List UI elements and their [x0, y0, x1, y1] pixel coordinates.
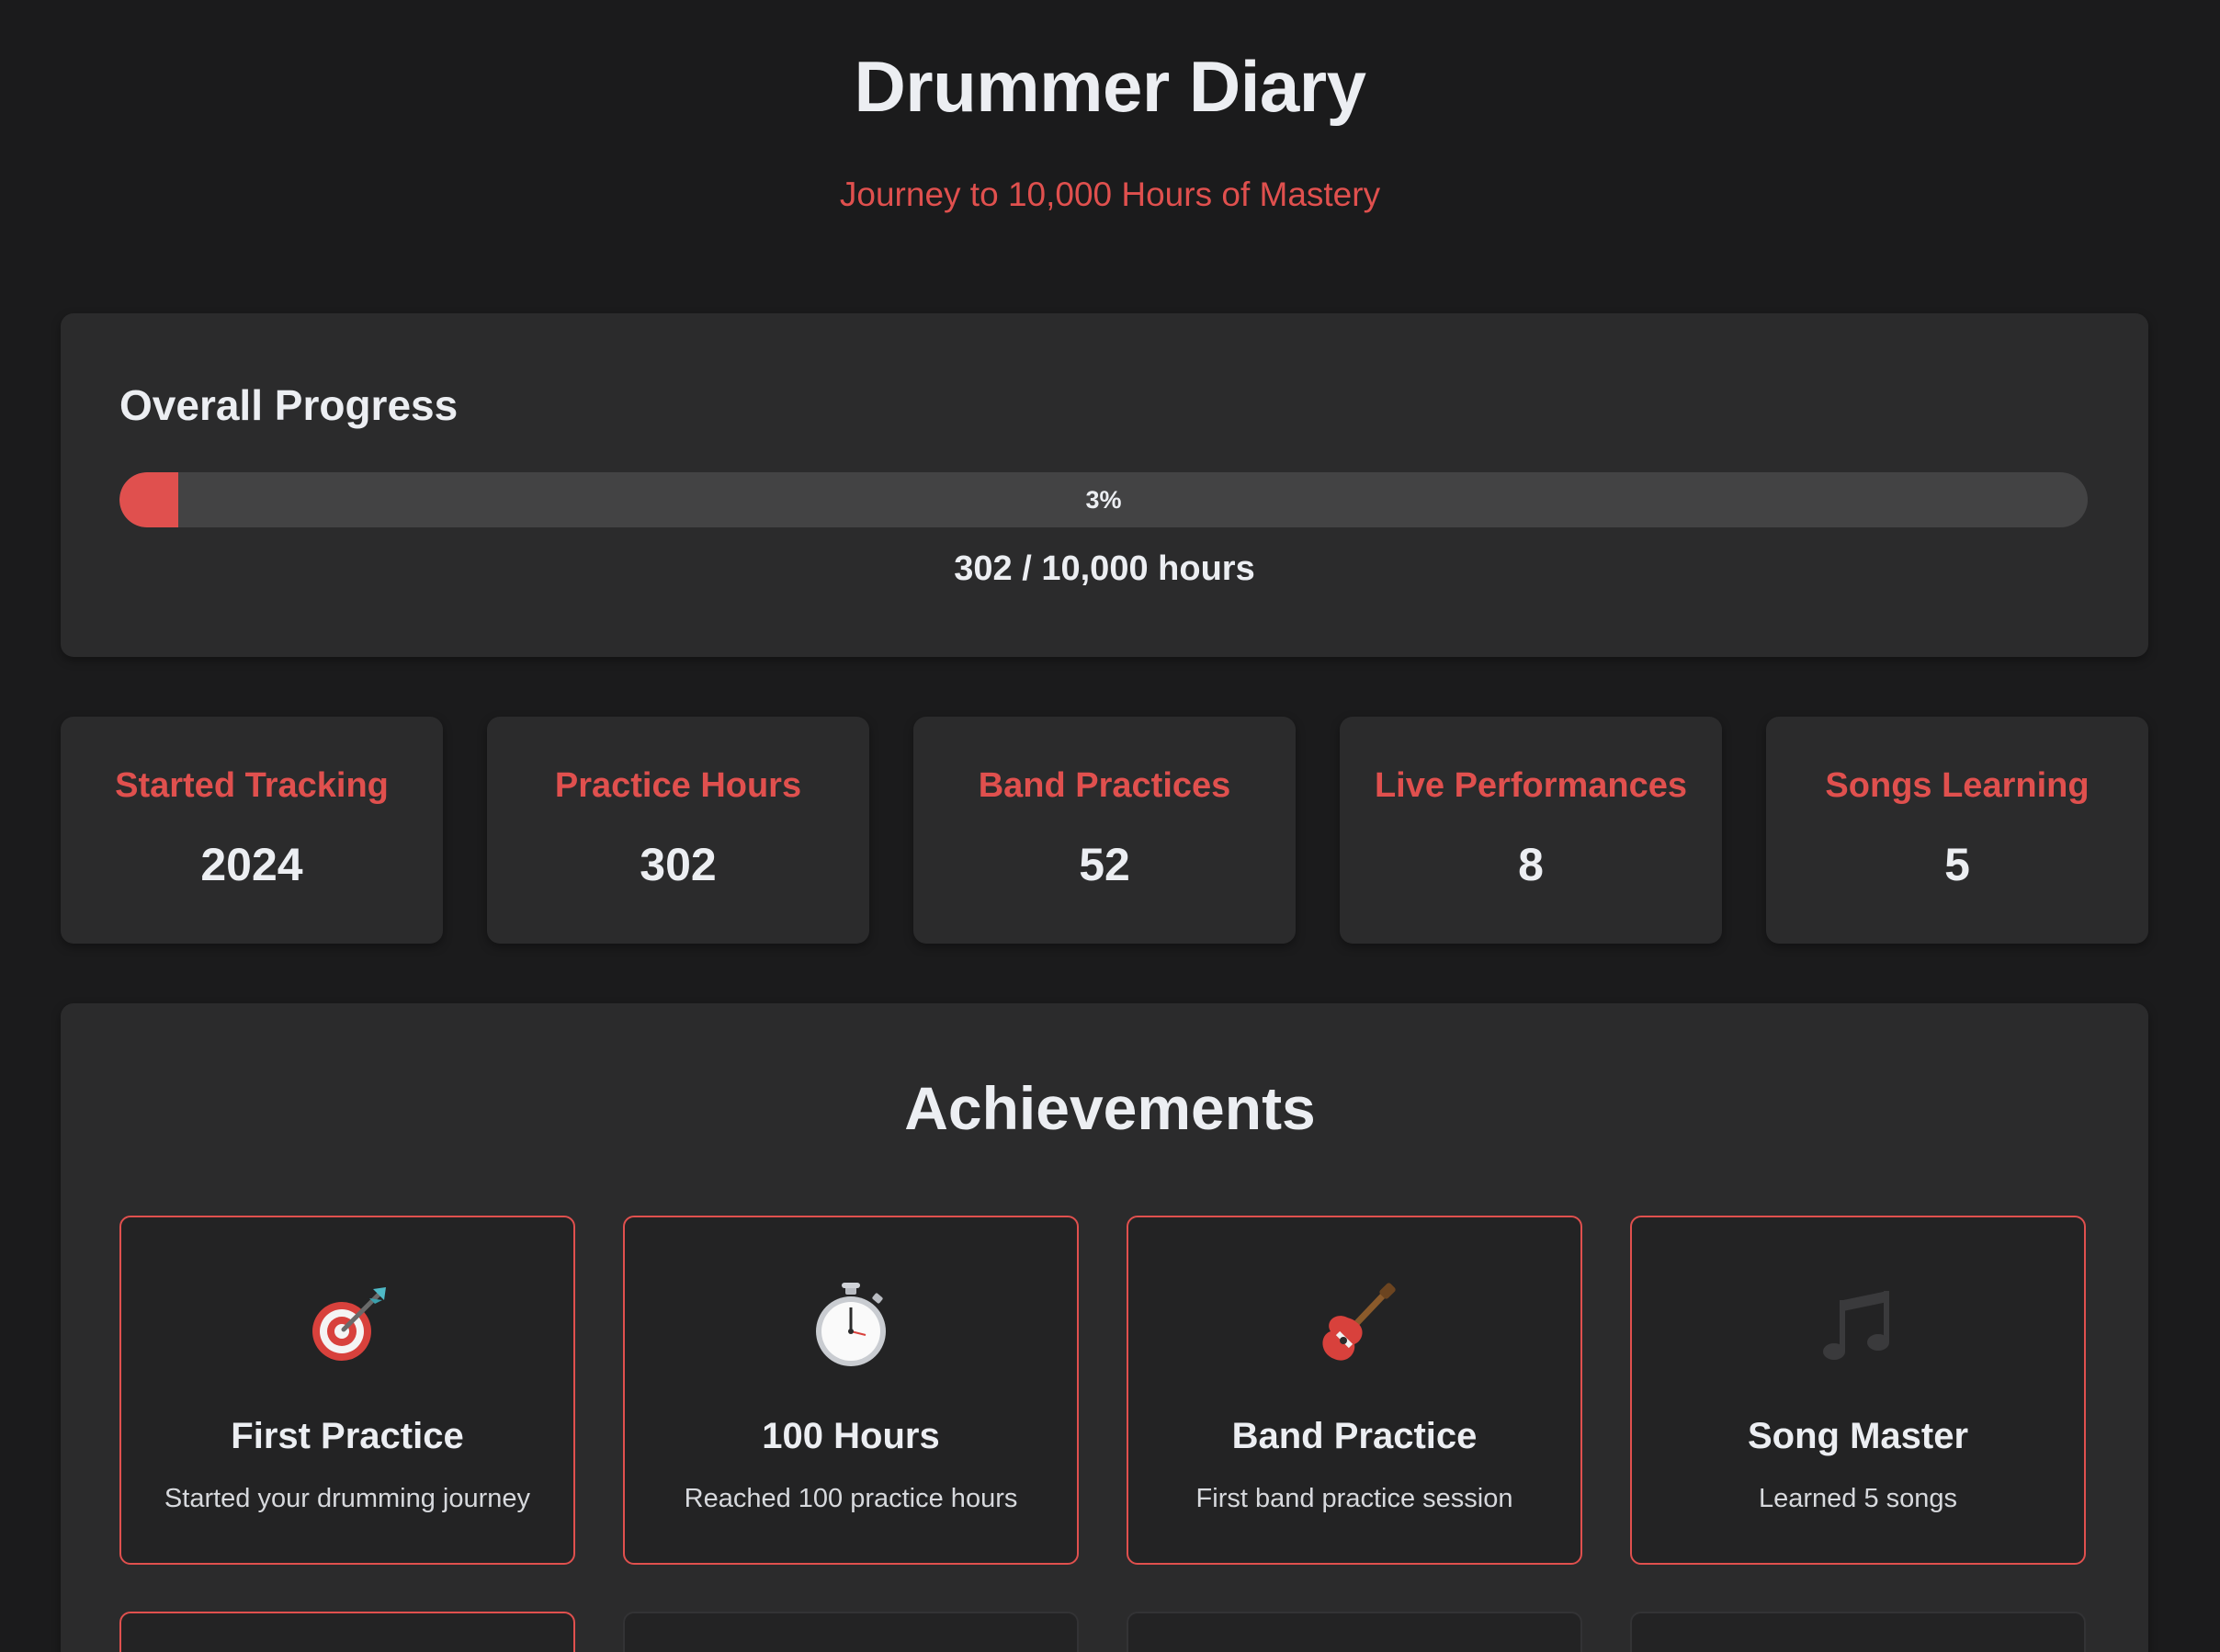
achievement-first-practice[interactable]: First Practice Started your drumming jou…: [119, 1216, 575, 1565]
achievement-description: First band practice session: [1195, 1484, 1513, 1513]
achievement-title: Band Practice: [1231, 1416, 1478, 1456]
stat-started-tracking: Started Tracking 2024: [61, 717, 443, 944]
stat-value: 2024: [200, 839, 303, 890]
overall-progress-heading: Overall Progress: [119, 381, 459, 429]
stat-band-practices: Band Practices 52: [913, 717, 1296, 944]
stat-label: Songs Learning: [1825, 766, 2090, 805]
stat-value: 8: [1518, 839, 1544, 890]
achievement-card[interactable]: [119, 1612, 575, 1652]
achievement-card-locked[interactable]: [623, 1612, 1079, 1652]
achievement-card-locked[interactable]: [1630, 1612, 2086, 1652]
achievement-song-master[interactable]: Song Master Learned 5 songs: [1630, 1216, 2086, 1565]
achievement-description: Reached 100 practice hours: [684, 1484, 1018, 1513]
stat-label: Live Performances: [1374, 766, 1688, 805]
progress-hours-label: 302 / 10,000 hours: [954, 549, 1255, 588]
achievement-title: First Practice: [231, 1416, 464, 1456]
achievement-title: Song Master: [1747, 1416, 1969, 1456]
achievement-title: 100 Hours: [762, 1416, 940, 1456]
stat-label: Started Tracking: [115, 766, 389, 805]
achievement-100-hours[interactable]: 100 Hours Reached 100 practice hours: [623, 1216, 1079, 1565]
target-icon: [121, 1280, 573, 1372]
stat-value: 302: [640, 839, 717, 890]
music-notes-icon: [1632, 1280, 2084, 1372]
achievement-description: Learned 5 songs: [1758, 1484, 1958, 1513]
stat-songs-learning: Songs Learning 5: [1766, 717, 2148, 944]
page-title: Drummer Diary: [854, 46, 1366, 127]
stat-label: Band Practices: [978, 766, 1231, 805]
progress-bar: 3%: [119, 472, 2088, 527]
progress-percent-label: 3%: [1085, 486, 1122, 514]
achievements-heading: Achievements: [904, 1074, 1316, 1142]
achievement-band-practice[interactable]: Band Practice First band practice sessio…: [1127, 1216, 1582, 1565]
stat-value: 52: [1079, 839, 1130, 890]
page-subtitle: Journey to 10,000 Hours of Mastery: [839, 175, 1381, 213]
stat-live-performances: Live Performances 8: [1340, 717, 1722, 944]
stopwatch-icon: [625, 1280, 1077, 1372]
achievement-card-locked[interactable]: [1127, 1612, 1582, 1652]
drummer-diary-page: Drummer Diary Journey to 10,000 Hours of…: [0, 0, 2220, 1652]
stat-label: Practice Hours: [554, 766, 802, 805]
stat-practice-hours: Practice Hours 302: [487, 717, 869, 944]
guitar-icon: [1128, 1280, 1580, 1372]
stat-value: 5: [1944, 839, 1970, 890]
achievement-description: Started your drumming journey: [164, 1484, 531, 1513]
